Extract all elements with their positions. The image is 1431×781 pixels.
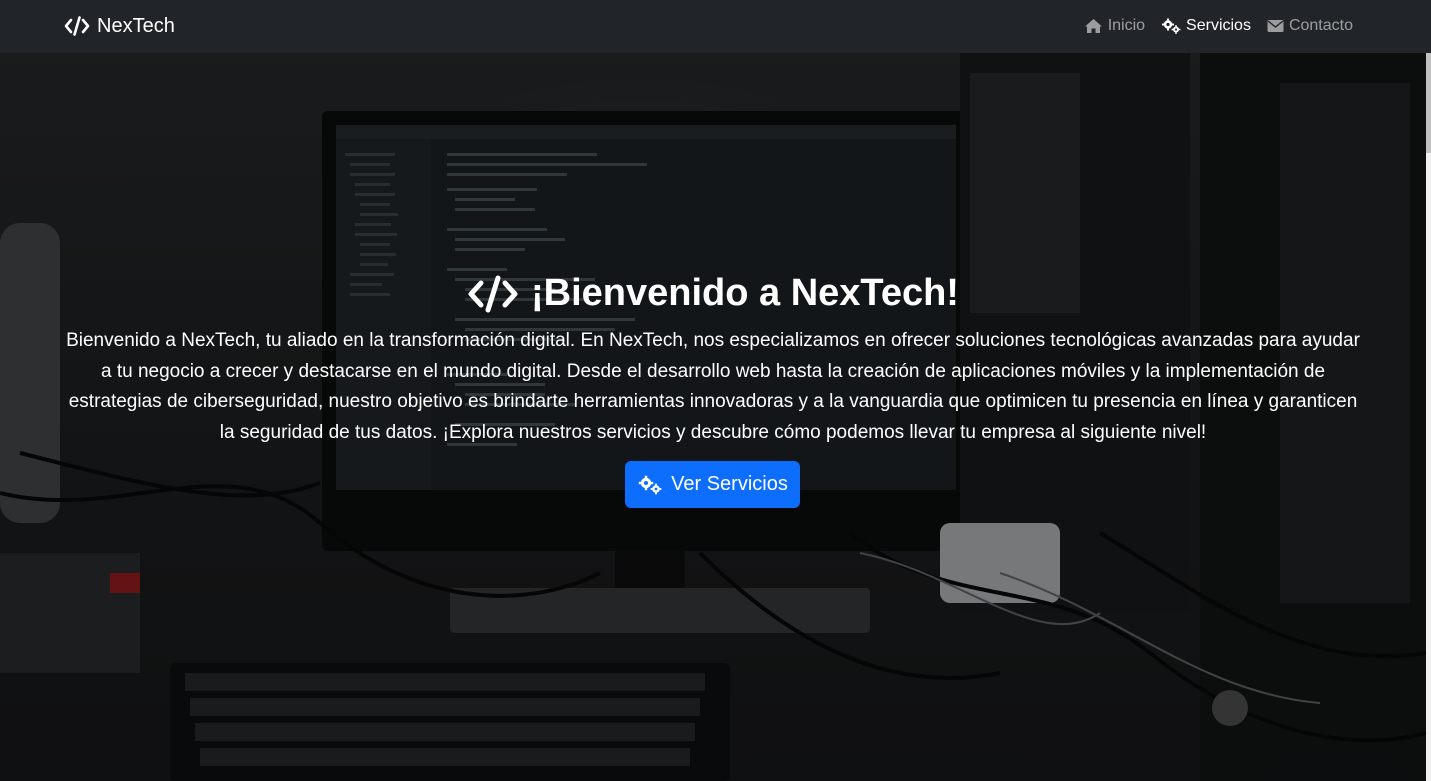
- nav-item-servicios[interactable]: Servicios: [1161, 17, 1251, 35]
- hero-title-text: ¡Bienvenido a NexTech!: [531, 272, 959, 314]
- cta-label: Ver Servicios: [671, 473, 788, 495]
- code-icon: [64, 16, 90, 36]
- nav-item-label: Servicios: [1186, 17, 1251, 34]
- hero-title: ¡Bienvenido a NexTech!: [0, 272, 1426, 315]
- nav-menu: Inicio Servicios Contacto: [1084, 15, 1353, 37]
- nav-item-inicio[interactable]: Inicio: [1084, 17, 1145, 35]
- code-icon: [467, 275, 519, 313]
- gears-icon: [637, 475, 663, 495]
- envelope-icon: [1267, 19, 1284, 33]
- brand-name: NexTech: [97, 14, 175, 37]
- nav-item-contacto[interactable]: Contacto: [1267, 17, 1353, 35]
- scrollbar-thumb[interactable]: [1426, 53, 1431, 153]
- hero-description: Bienvenido a NexTech, tu aliado en la tr…: [66, 330, 1360, 443]
- ver-servicios-button[interactable]: Ver Servicios: [625, 461, 800, 508]
- nav-item-label: Inicio: [1107, 17, 1146, 34]
- scrollbar[interactable]: [1426, 53, 1431, 781]
- home-icon: [1084, 18, 1103, 34]
- navbar: NexTech Inicio Servicios Contacto: [0, 0, 1431, 53]
- nav-item-label: Contacto: [1288, 17, 1353, 34]
- brand-link[interactable]: NexTech: [64, 13, 175, 39]
- gears-icon: [1161, 18, 1181, 34]
